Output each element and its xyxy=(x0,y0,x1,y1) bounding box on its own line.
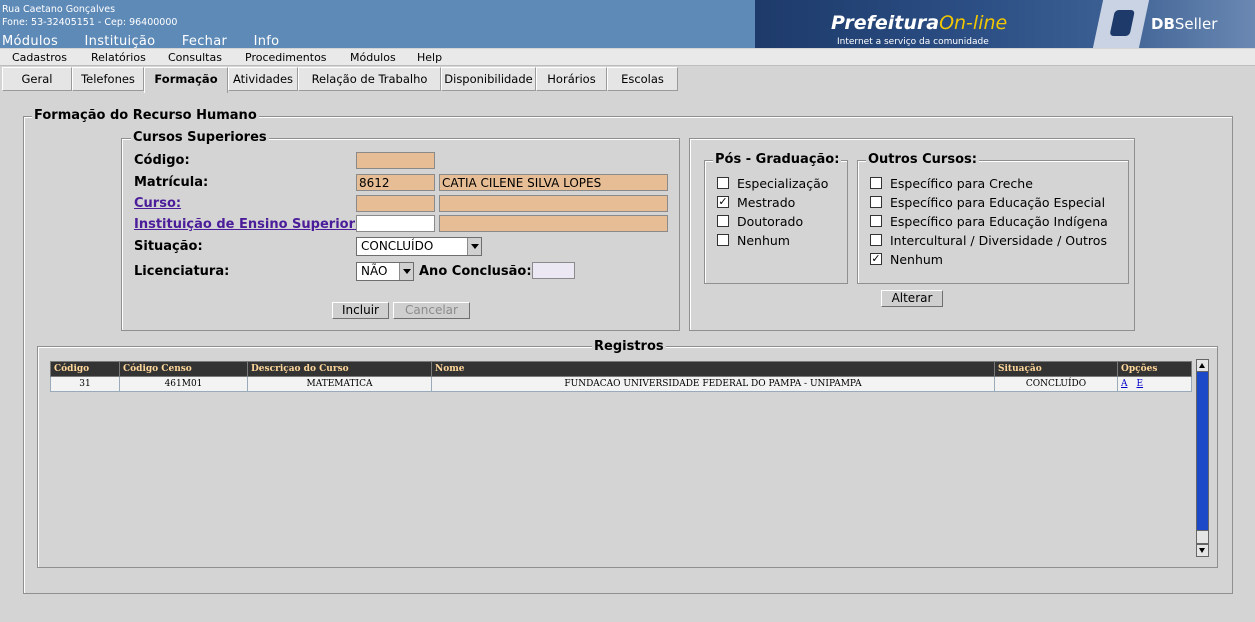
menu-modulos[interactable]: Módulos xyxy=(350,51,396,64)
tab-horarios[interactable]: Horários xyxy=(536,67,607,91)
incluir-button[interactable]: Incluir xyxy=(332,302,389,319)
dbseller-logo-icon xyxy=(1092,0,1150,48)
educacao-especial-label: Específico para Educação Especial xyxy=(890,195,1106,210)
cell-situacao: CONCLUÍDO xyxy=(994,376,1118,392)
pos-graduacao-legend: Pós - Graduação: xyxy=(713,152,842,167)
curso-code-input[interactable] xyxy=(356,195,435,212)
intercultural-label: Intercultural / Diversidade / Outros xyxy=(890,233,1107,248)
outros-nenhum-label: Nenhum xyxy=(890,252,943,267)
scroll-thumb[interactable] xyxy=(1197,530,1208,544)
chevron-down-icon xyxy=(399,263,413,280)
mestrado-label: Mestrado xyxy=(737,195,796,210)
brand-banner: PrefeituraOn-line Internet a serviço da … xyxy=(755,0,1255,48)
column-codigo: Código xyxy=(50,361,120,377)
cell-codigo: 31 xyxy=(50,376,120,392)
curso-link[interactable]: Curso: xyxy=(134,196,181,211)
main-menu-fechar[interactable]: Fechar xyxy=(182,34,227,49)
formacao-legend: Formação do Recurso Humano xyxy=(32,108,259,123)
prefeitura-online-logo: PrefeituraOn-line xyxy=(831,12,1008,34)
cancelar-button[interactable]: Cancelar xyxy=(393,302,470,319)
educacao-indigena-label: Específico para Educação Indígena xyxy=(890,214,1108,229)
brand-tagline: Internet a serviço da comunidade xyxy=(837,37,989,47)
instituicao-code-input[interactable] xyxy=(356,215,435,232)
situacao-label: Situação: xyxy=(134,239,203,254)
column-opcoes: Opções xyxy=(1117,361,1192,377)
codigo-label: Código: xyxy=(134,153,190,168)
licenciatura-select[interactable]: NÃO xyxy=(356,262,414,281)
situacao-select[interactable]: CONCLUÍDO xyxy=(356,237,482,256)
pos-nenhum-checkbox[interactable] xyxy=(717,234,729,246)
matricula-name-field: CATIA CILENE SILVA LOPES xyxy=(439,174,668,191)
tab-escolas[interactable]: Escolas xyxy=(607,67,678,91)
tab-telefones[interactable]: Telefones xyxy=(72,67,144,91)
pos-nenhum-label: Nenhum xyxy=(737,233,790,248)
outros-nenhum-checkbox[interactable]: ✓ xyxy=(870,253,882,265)
ano-conclusao-input[interactable] xyxy=(532,262,575,279)
cell-codigo-censo: 461M01 xyxy=(119,376,248,392)
educacao-indigena-checkbox[interactable] xyxy=(870,215,882,227)
main-menu: Módulos Instituição Fechar Info xyxy=(2,34,301,49)
creche-label: Específico para Creche xyxy=(890,176,1033,191)
table-header-row: Código Código Censo Descriçao do Curso N… xyxy=(50,361,1192,377)
menu-procedimentos[interactable]: Procedimentos xyxy=(245,51,327,64)
column-nome: Nome xyxy=(431,361,995,377)
alterar-button[interactable]: Alterar xyxy=(881,290,943,307)
column-codigo-censo: Código Censo xyxy=(119,361,248,377)
table-row: 31 461M01 MATEMATICA FUNDACAO UNIVERSIDA… xyxy=(50,376,1192,392)
situacao-selected-value: CONCLUÍDO xyxy=(361,239,434,253)
scroll-down-icon[interactable] xyxy=(1197,544,1208,556)
main-menu-instituicao[interactable]: Instituição xyxy=(85,34,156,49)
registros-legend: Registros xyxy=(592,339,666,354)
app-header: Rua Caetano Gonçalves Fone: 53-32405151 … xyxy=(0,0,1255,49)
menu-bar: Cadastros Relatórios Consultas Procedime… xyxy=(0,49,1255,66)
matricula-input[interactable]: 8612 xyxy=(356,174,435,191)
menu-relatorios[interactable]: Relatórios xyxy=(91,51,146,64)
curso-name-field xyxy=(439,195,668,212)
creche-checkbox[interactable] xyxy=(870,177,882,189)
address-line: Rua Caetano Gonçalves xyxy=(2,4,116,15)
tab-formacao[interactable]: Formação xyxy=(144,67,228,93)
especializacao-label: Especialização xyxy=(737,176,829,191)
dbseller-logo-text: DBSeller xyxy=(1151,15,1218,33)
cell-nome: FUNDACAO UNIVERSIDADE FEDERAL DO PAMPA -… xyxy=(431,376,995,392)
menu-cadastros[interactable]: Cadastros xyxy=(12,51,67,64)
instituicao-name-field xyxy=(439,215,668,232)
registros-table: Código Código Censo Descriçao do Curso N… xyxy=(50,361,1192,392)
column-situacao: Situação xyxy=(994,361,1118,377)
educacao-especial-checkbox[interactable] xyxy=(870,196,882,208)
registros-scrollbar[interactable] xyxy=(1196,359,1209,557)
excluir-row-link[interactable]: E xyxy=(1137,379,1144,389)
tab-relacao-de-trabalho[interactable]: Relação de Trabalho xyxy=(298,67,441,91)
mestrado-checkbox[interactable]: ✓ xyxy=(717,196,729,208)
especializacao-checkbox[interactable] xyxy=(717,177,729,189)
alterar-row-link[interactable]: A xyxy=(1121,379,1128,389)
phone-line: Fone: 53-32405151 - Cep: 96400000 xyxy=(2,17,178,28)
matricula-label: Matrícula: xyxy=(134,175,209,190)
doutorado-label: Doutorado xyxy=(737,214,804,229)
cell-descricao-curso: MATEMATICA xyxy=(247,376,432,392)
main-menu-modulos[interactable]: Módulos xyxy=(2,34,58,49)
tab-atividades[interactable]: Atividades xyxy=(228,67,298,91)
tab-disponibilidade[interactable]: Disponibilidade xyxy=(441,67,536,91)
cursos-superiores-legend: Cursos Superiores xyxy=(131,130,269,145)
ano-conclusao-label: Ano Conclusão: xyxy=(419,264,532,279)
licenciatura-label: Licenciatura: xyxy=(134,264,230,279)
chevron-down-icon xyxy=(467,238,481,255)
cell-opcoes: AE xyxy=(1117,376,1192,392)
column-descricao-curso: Descriçao do Curso xyxy=(247,361,432,377)
menu-consultas[interactable]: Consultas xyxy=(168,51,222,64)
main-menu-info[interactable]: Info xyxy=(254,34,280,49)
outros-cursos-legend: Outros Cursos: xyxy=(866,152,979,167)
scroll-up-icon[interactable] xyxy=(1197,360,1208,372)
licenciatura-selected-value: NÃO xyxy=(361,264,388,278)
codigo-input[interactable] xyxy=(356,152,435,169)
instituicao-link[interactable]: Instituição de Ensino Superior: xyxy=(134,217,360,232)
doutorado-checkbox[interactable] xyxy=(717,215,729,227)
menu-help[interactable]: Help xyxy=(417,51,442,64)
intercultural-checkbox[interactable] xyxy=(870,234,882,246)
institution-address: Rua Caetano Gonçalves Fone: 53-32405151 … xyxy=(2,3,177,29)
tab-geral[interactable]: Geral xyxy=(2,67,72,91)
